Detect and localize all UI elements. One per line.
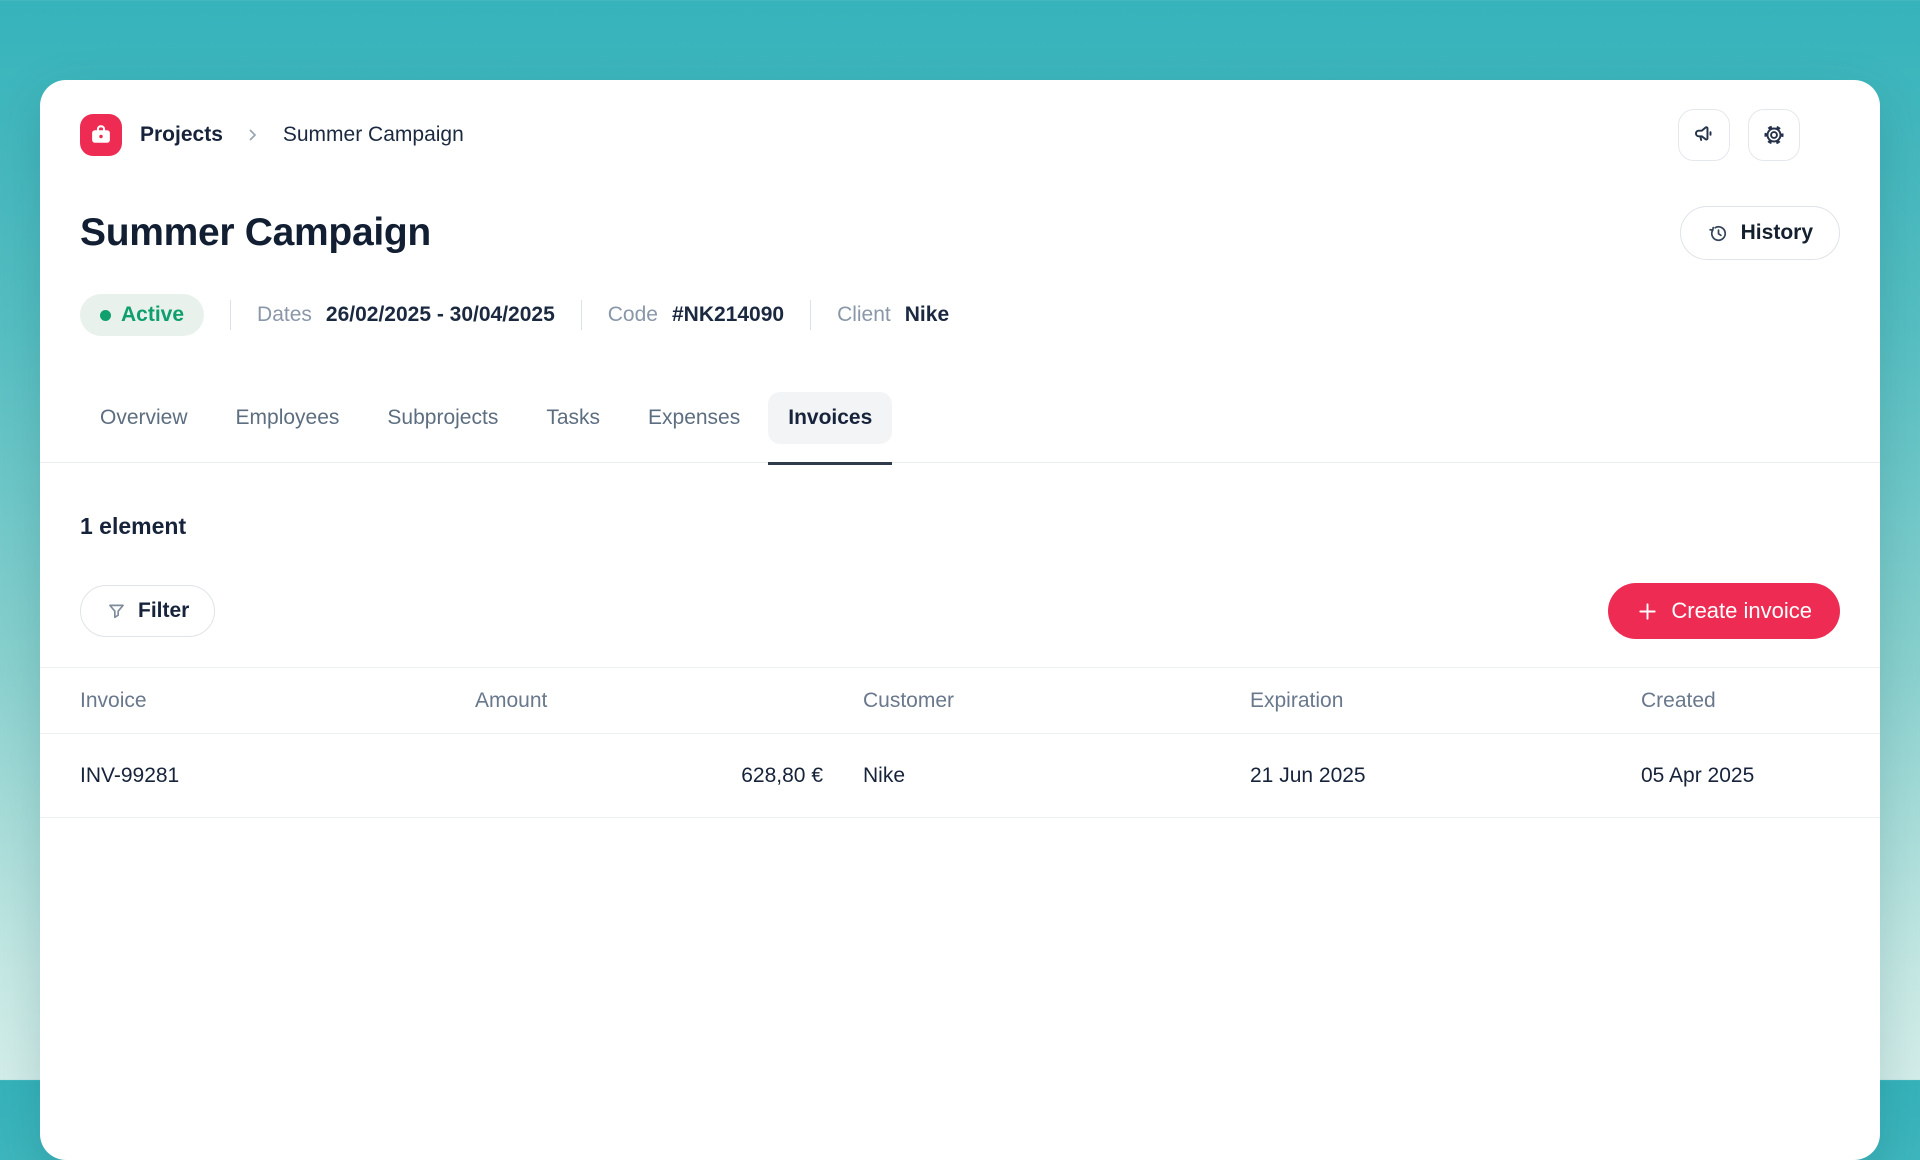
filter-button-label: Filter [138, 599, 189, 623]
dates-label: Dates [257, 303, 312, 327]
announcements-button[interactable] [1678, 109, 1730, 161]
column-header-amount: Amount [475, 689, 863, 713]
invoices-table: Invoice Amount Customer Expiration Creat… [40, 667, 1880, 818]
history-clock-icon [1707, 222, 1730, 245]
history-button[interactable]: History [1680, 206, 1840, 260]
dates-value: 26/02/2025 - 30/04/2025 [326, 303, 555, 327]
table-header-row: Invoice Amount Customer Expiration Creat… [40, 667, 1880, 734]
status-label: Active [121, 303, 184, 327]
table-row[interactable]: INV-99281 628,80 € Nike 21 Jun 2025 05 A… [40, 734, 1880, 818]
element-count: 1 element [80, 509, 1840, 543]
plus-icon [1636, 600, 1659, 623]
column-header-expiration: Expiration [1250, 689, 1641, 713]
filter-button[interactable]: Filter [80, 585, 215, 637]
divider [230, 300, 231, 330]
column-header-customer: Customer [863, 689, 1250, 713]
projects-app-icon [80, 114, 122, 156]
breadcrumb-projects-link[interactable]: Projects [140, 123, 223, 147]
column-header-created: Created [1641, 689, 1840, 713]
status-badge: Active [80, 294, 204, 336]
project-meta: Active Dates 26/02/2025 - 30/04/2025 Cod… [80, 294, 1840, 336]
create-invoice-button[interactable]: Create invoice [1608, 583, 1840, 639]
project-card: Projects Summer Campaign [40, 80, 1880, 1160]
cell-amount: 628,80 € [475, 764, 863, 788]
cell-expiration: 21 Jun 2025 [1250, 764, 1641, 788]
history-button-label: History [1741, 221, 1813, 245]
gear-icon [1761, 122, 1787, 148]
tab-overview[interactable]: Overview [80, 392, 208, 444]
code-label: Code [608, 303, 658, 327]
cell-invoice: INV-99281 [80, 764, 475, 788]
breadcrumb-current: Summer Campaign [283, 123, 464, 147]
divider [810, 300, 811, 330]
tab-subprojects[interactable]: Subprojects [367, 392, 518, 444]
tab-employees[interactable]: Employees [216, 392, 360, 444]
code-value: #NK214090 [672, 303, 784, 327]
column-header-invoice: Invoice [80, 689, 475, 713]
page-title: Summer Campaign [80, 209, 431, 257]
status-dot-icon [100, 310, 111, 321]
cell-created: 05 Apr 2025 [1641, 764, 1840, 788]
create-invoice-label: Create invoice [1671, 598, 1812, 624]
funnel-icon [106, 601, 127, 622]
divider [581, 300, 582, 330]
briefcase-icon [88, 122, 114, 148]
client-label: Client [837, 303, 891, 327]
megaphone-icon [1691, 122, 1717, 148]
project-tabs: Overview Employees Subprojects Tasks Exp… [40, 392, 1880, 463]
breadcrumb: Projects Summer Campaign [80, 108, 1840, 162]
client-value: Nike [905, 303, 949, 327]
cell-customer: Nike [863, 764, 1250, 788]
tab-tasks[interactable]: Tasks [526, 392, 620, 444]
tab-invoices[interactable]: Invoices [768, 392, 892, 444]
chevron-right-icon [245, 127, 261, 143]
settings-button[interactable] [1748, 109, 1800, 161]
tab-expenses[interactable]: Expenses [628, 392, 760, 444]
